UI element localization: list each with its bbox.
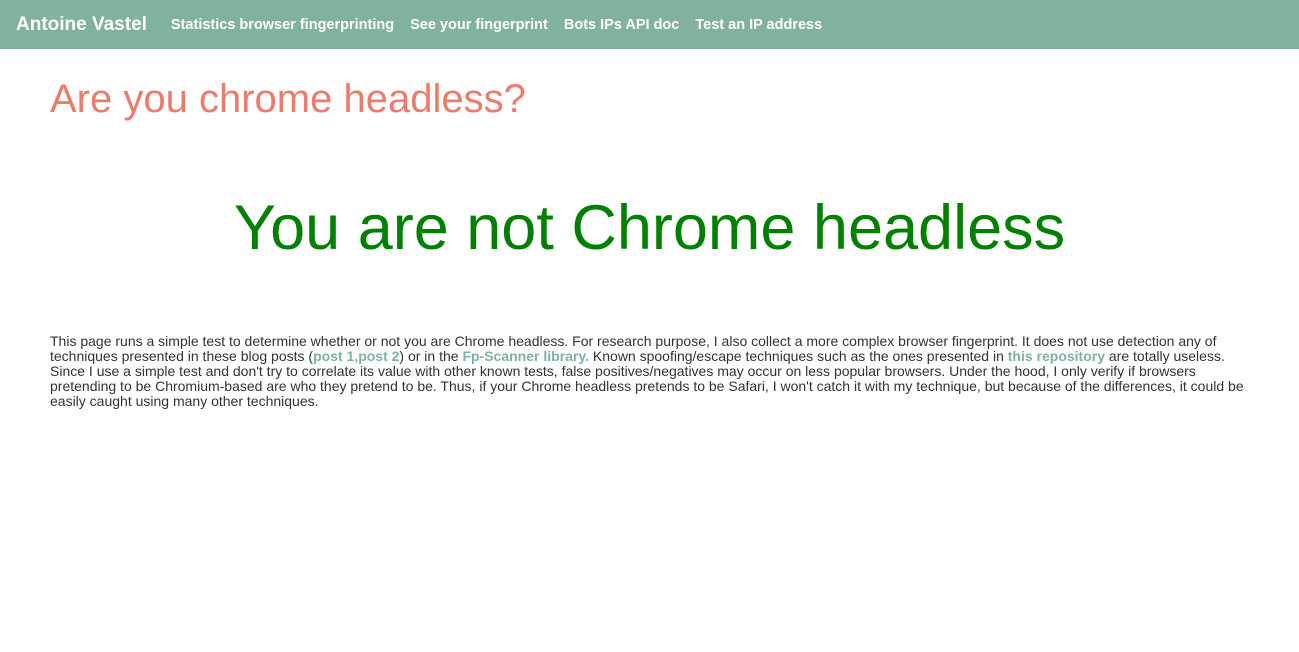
top-navbar: Antoine Vastel Statistics browser finger… (0, 0, 1299, 49)
description-paragraph: This page runs a simple test to determin… (50, 334, 1250, 409)
nav-link-see-fingerprint[interactable]: See your fingerprint (410, 17, 548, 33)
nav-link-statistics[interactable]: Statistics browser fingerprinting (171, 17, 394, 33)
post-1-link[interactable]: post 1 (313, 348, 354, 364)
brand-link[interactable]: Antoine Vastel (16, 14, 147, 36)
nav-link-test-ip[interactable]: Test an IP address (695, 17, 822, 33)
description-text: ) or in the (399, 348, 463, 364)
result-message: You are not Chrome headless (233, 193, 1066, 263)
post-2-link[interactable]: post 2 (358, 348, 399, 364)
repository-link[interactable]: this repository (1008, 348, 1105, 364)
description-text: Known spoofing/escape techniques such as… (589, 348, 1008, 364)
nav-link-bots-ips-api[interactable]: Bots IPs API doc (564, 17, 679, 33)
fp-scanner-link[interactable]: Fp-Scanner library. (462, 348, 589, 364)
page-title: Are you chrome headless? (50, 77, 526, 121)
main-content: Are you chrome headless? You are not Chr… (0, 78, 1299, 409)
